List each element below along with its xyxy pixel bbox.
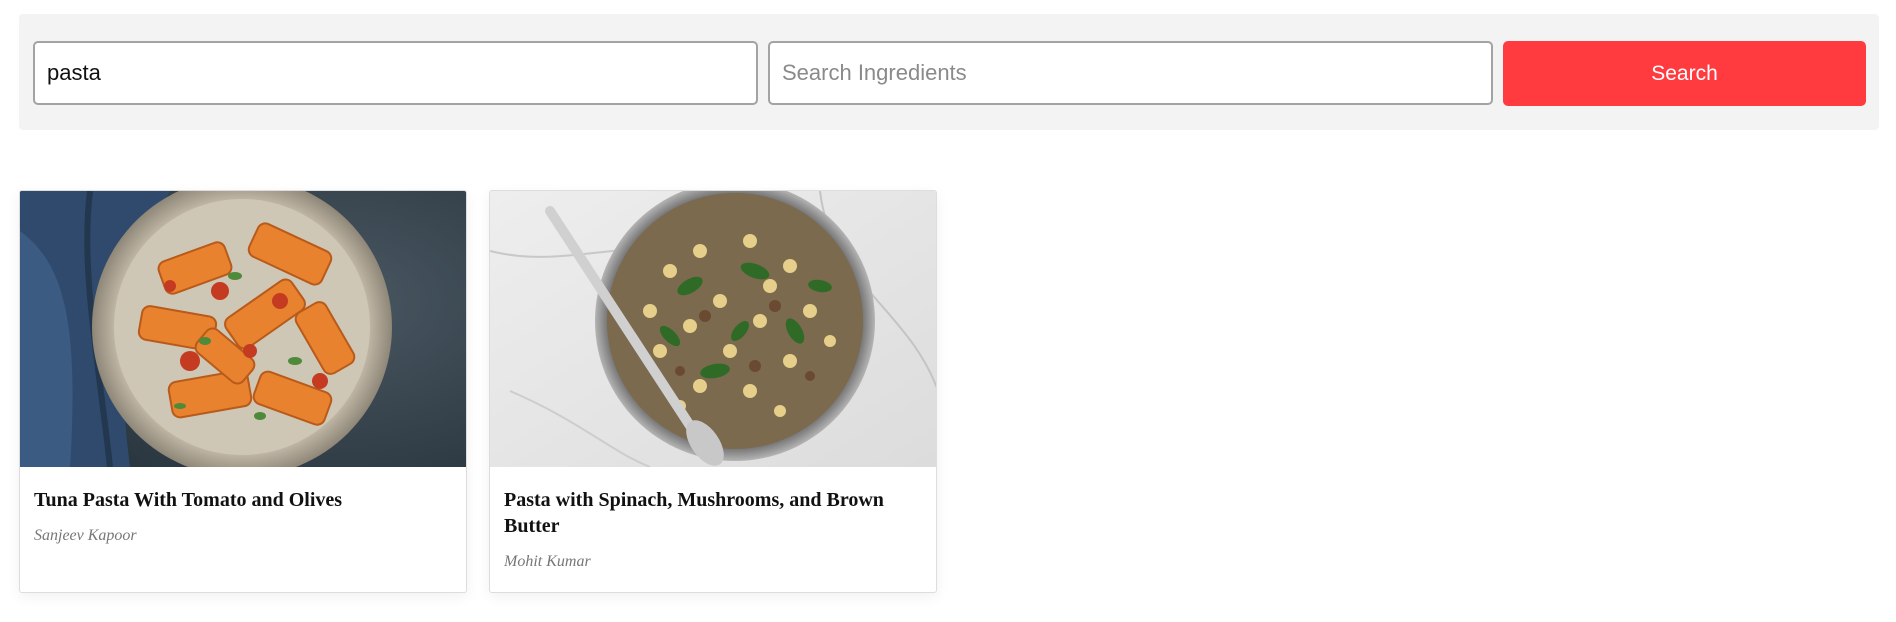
search-button[interactable]: Search bbox=[1503, 41, 1866, 106]
recipe-card[interactable]: Tuna Pasta With Tomato and Olives Sanjee… bbox=[19, 190, 467, 593]
recipe-card[interactable]: Pasta with Spinach, Mushrooms, and Brown… bbox=[489, 190, 937, 593]
spinach-mushroom-pasta-pan-image bbox=[490, 191, 936, 467]
rigatoni-tomato-dish-image bbox=[20, 191, 466, 467]
recipe-search-input[interactable] bbox=[33, 41, 758, 105]
recipe-title: Tuna Pasta With Tomato and Olives bbox=[34, 489, 343, 511]
recipe-title: Pasta with Spinach, Mushrooms, and Brown… bbox=[504, 489, 884, 537]
search-bar: Search bbox=[19, 14, 1879, 130]
recipe-author: Mohit Kumar bbox=[504, 553, 591, 570]
ingredients-search-input[interactable] bbox=[768, 41, 1493, 105]
recipe-author: Sanjeev Kapoor bbox=[34, 527, 137, 544]
